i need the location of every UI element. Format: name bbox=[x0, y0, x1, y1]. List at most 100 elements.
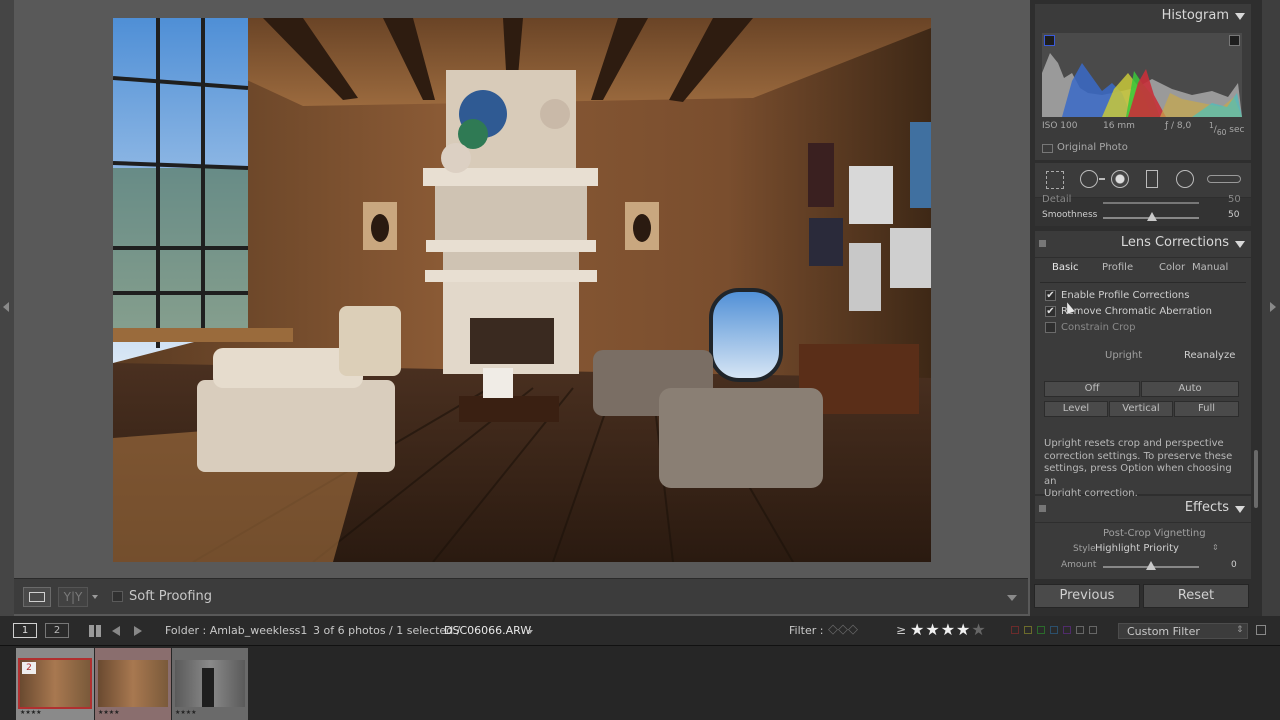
help-line-3: settings, press Option when choosing an bbox=[1044, 463, 1232, 487]
remove-ca-checkbox[interactable]: ✔ bbox=[1045, 306, 1056, 317]
lens-tab-bar: Basic Profile Color Manual bbox=[1040, 258, 1246, 283]
tab-manual[interactable]: Manual bbox=[1192, 262, 1228, 273]
constrain-crop-checkbox[interactable] bbox=[1045, 322, 1056, 333]
red-label-filter[interactable] bbox=[1011, 626, 1019, 634]
lens-corrections-header[interactable]: Lens Corrections bbox=[1035, 231, 1251, 257]
reset-button[interactable]: Reset bbox=[1143, 584, 1249, 608]
highlight-clipping-indicator[interactable] bbox=[1229, 35, 1240, 46]
view-mode-dropdown-arrow[interactable] bbox=[92, 595, 98, 599]
vignette-style-label: Style bbox=[1073, 544, 1096, 554]
upright-full-button[interactable]: Full bbox=[1174, 401, 1239, 417]
red-eye-icon[interactable] bbox=[1111, 170, 1129, 188]
filename-dropdown-arrow[interactable] bbox=[527, 630, 533, 634]
forward-arrow-icon[interactable] bbox=[134, 626, 142, 636]
radial-filter-icon[interactable] bbox=[1176, 170, 1194, 188]
effects-collapse-icon[interactable] bbox=[1235, 506, 1245, 513]
filmstrip-thumb-3[interactable]: ★★★★ bbox=[172, 648, 248, 720]
graduated-filter-icon[interactable] bbox=[1146, 170, 1158, 188]
original-photo-label[interactable]: Original Photo bbox=[1057, 142, 1128, 153]
empty-star-icon[interactable]: ★ bbox=[971, 620, 986, 639]
original-photo-checkbox[interactable] bbox=[1042, 144, 1053, 153]
soft-proofing-checkbox[interactable] bbox=[112, 591, 123, 602]
rating-filter-stars[interactable]: ★★★★★ bbox=[910, 620, 987, 639]
upright-off-button[interactable]: Off bbox=[1044, 381, 1140, 397]
thumb-3-person bbox=[202, 668, 214, 707]
yellow-label-filter[interactable] bbox=[1024, 626, 1032, 634]
shadow-clipping-indicator[interactable] bbox=[1044, 35, 1055, 46]
tab-underline bbox=[1040, 282, 1246, 283]
primary-window-button[interactable]: 1 bbox=[13, 623, 37, 638]
custom-filter-select[interactable]: Custom Filter ⇕ bbox=[1118, 623, 1248, 639]
tab-basic[interactable]: Basic bbox=[1052, 262, 1078, 273]
detail-slider[interactable] bbox=[1103, 202, 1199, 204]
current-filename[interactable]: DSC06066.ARW bbox=[444, 624, 531, 637]
lens-corrections-body: Basic Profile Color Manual ✔ Enable Prof… bbox=[1035, 258, 1251, 499]
lens-corrections-switch[interactable] bbox=[1039, 240, 1046, 247]
compare-view-button[interactable]: Y|Y bbox=[58, 587, 88, 607]
loupe-toolbar: Y|Y Soft Proofing bbox=[14, 578, 1028, 614]
smoothness-slider-thumb[interactable] bbox=[1147, 212, 1157, 221]
crop-overlay-icon[interactable] bbox=[1046, 171, 1064, 189]
filmstrip-thumb-1[interactable]: 2 ★★★★ bbox=[16, 648, 94, 720]
vignette-amount-slider-thumb[interactable] bbox=[1146, 561, 1156, 570]
reanalyze-button[interactable]: Reanalyze bbox=[1184, 350, 1235, 361]
vignette-amount-value[interactable]: 0 bbox=[1231, 560, 1237, 570]
effects-header[interactable]: Effects bbox=[1035, 496, 1251, 522]
expand-left-icon[interactable] bbox=[3, 302, 9, 312]
tool-strip bbox=[1035, 163, 1251, 197]
upright-label: Upright bbox=[1105, 350, 1143, 361]
right-panel-edge[interactable] bbox=[1262, 0, 1280, 616]
remove-ca-label[interactable]: Remove Chromatic Aberration bbox=[1061, 306, 1212, 317]
folder-path[interactable]: Folder : Amlab_weekless1 bbox=[165, 624, 307, 637]
green-label-filter[interactable] bbox=[1037, 626, 1045, 634]
blue-label-filter[interactable] bbox=[1050, 626, 1058, 634]
spot-removal-icon[interactable] bbox=[1080, 170, 1098, 188]
upright-auto-button[interactable]: Auto bbox=[1141, 381, 1239, 397]
rating-operator[interactable]: ≥ bbox=[896, 623, 906, 637]
secondary-window-button[interactable]: 2 bbox=[45, 623, 69, 638]
previous-button[interactable]: Previous bbox=[1034, 584, 1140, 608]
smoothness-value[interactable]: 50 bbox=[1228, 210, 1239, 220]
no-label-filter[interactable] bbox=[1089, 626, 1097, 634]
other-label-filter[interactable] bbox=[1076, 626, 1084, 634]
purple-label-filter[interactable] bbox=[1063, 626, 1071, 634]
adjustment-brush-icon[interactable] bbox=[1207, 175, 1241, 183]
filmstrip-thumb-2[interactable]: ★★★★ bbox=[95, 648, 171, 720]
enable-profile-label[interactable]: Enable Profile Corrections bbox=[1061, 290, 1189, 301]
upright-vertical-button[interactable]: Vertical bbox=[1109, 401, 1173, 417]
constrain-crop-label[interactable]: Constrain Crop bbox=[1061, 322, 1135, 333]
help-line-1: Upright resets crop and perspective bbox=[1044, 438, 1224, 449]
focal-length-readout: 16 mm bbox=[1103, 121, 1135, 131]
enable-profile-checkbox[interactable]: ✔ bbox=[1045, 290, 1056, 301]
left-panel-collapsed[interactable] bbox=[0, 0, 14, 616]
histogram-graph[interactable] bbox=[1042, 33, 1242, 117]
effects-title[interactable]: Effects bbox=[1185, 500, 1229, 515]
panel-scrollbar[interactable] bbox=[1254, 450, 1258, 508]
vignette-style-arrows-icon[interactable]: ⇕ bbox=[1212, 543, 1219, 552]
upright-level-button[interactable]: Level bbox=[1044, 401, 1108, 417]
flag-filter-icons[interactable]: ◇◇◇ bbox=[828, 622, 858, 637]
custom-filter-arrows-icon: ⇕ bbox=[1236, 625, 1244, 635]
tab-color[interactable]: Color bbox=[1159, 262, 1185, 273]
main-photo[interactable] bbox=[113, 18, 931, 562]
tab-profile[interactable]: Profile bbox=[1102, 262, 1133, 273]
histogram-title[interactable]: Histogram bbox=[1162, 8, 1229, 23]
toolbar-menu-arrow[interactable] bbox=[1007, 595, 1017, 601]
single-frame-icon bbox=[29, 592, 45, 602]
lens-corrections-title[interactable]: Lens Corrections bbox=[1121, 235, 1229, 250]
loupe-view-button[interactable] bbox=[23, 587, 51, 607]
histogram-collapse-icon[interactable] bbox=[1235, 13, 1245, 20]
filter-lock-icon[interactable] bbox=[1256, 625, 1266, 635]
back-arrow-icon[interactable] bbox=[112, 626, 120, 636]
effects-body: Post-Crop Vignetting Style Highlight Pri… bbox=[1035, 523, 1251, 579]
lens-corrections-collapse-icon[interactable] bbox=[1235, 241, 1245, 248]
shutter-numerator: 1 bbox=[1209, 121, 1214, 130]
effects-switch[interactable] bbox=[1039, 505, 1046, 512]
soft-proofing-label[interactable]: Soft Proofing bbox=[129, 589, 212, 604]
vignette-style-select[interactable]: Highlight Priority bbox=[1095, 543, 1179, 554]
grid-view-icon[interactable] bbox=[89, 625, 101, 637]
filmstrip-toolbar: 1 2 Folder : Amlab_weekless1 3 of 6 phot… bbox=[0, 616, 1280, 646]
color-label-filters[interactable] bbox=[1011, 626, 1101, 636]
detail-value[interactable]: 50 bbox=[1228, 194, 1241, 205]
collapse-right-icon[interactable] bbox=[1270, 302, 1276, 312]
